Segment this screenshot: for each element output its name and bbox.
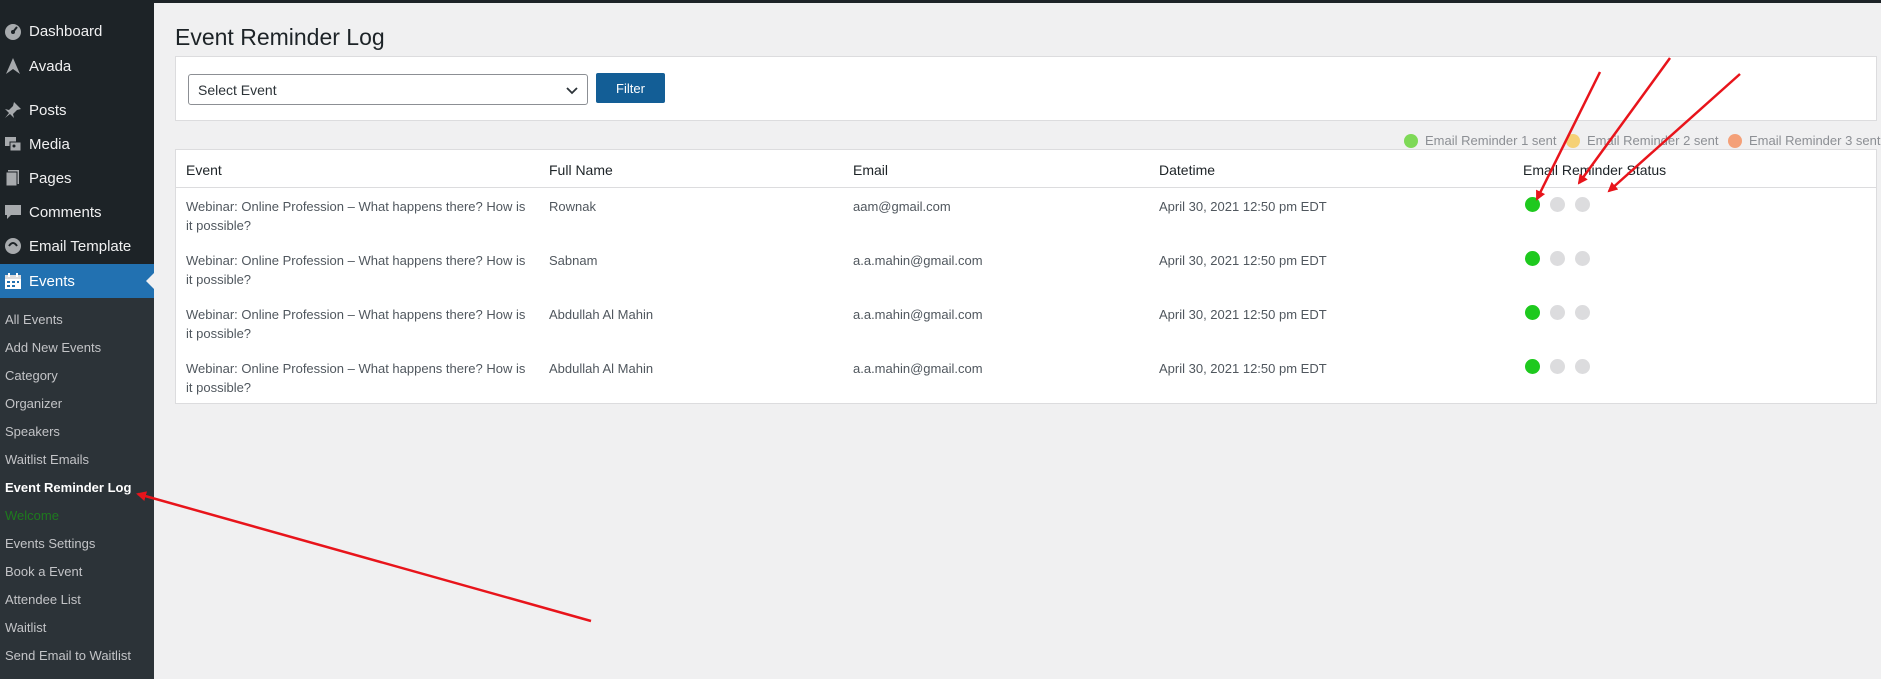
reminder-status: [1525, 251, 1600, 266]
comments-icon: [2, 202, 24, 222]
submenu-send-email-to-waitlist[interactable]: Send Email to Waitlist: [5, 648, 131, 663]
column-header-email: Email: [853, 162, 889, 178]
menu-label: Avada: [29, 57, 72, 75]
menu-label: Dashboard: [29, 22, 103, 40]
avada-icon: [2, 56, 24, 76]
menu-label: Events: [29, 272, 75, 290]
legend-label: Email Reminder 2 sent: [1587, 133, 1719, 148]
cell-datetime: April 30, 2021 12:50 pm EDT: [1159, 253, 1327, 268]
reminder-status: [1525, 305, 1600, 320]
column-header-full-name: Full Name: [549, 162, 613, 178]
page-title: Event Reminder Log: [175, 24, 385, 50]
menu-item-dashboard[interactable]: Dashboard: [0, 14, 154, 48]
reminder-3-status-dot: [1575, 305, 1590, 320]
legend-dot: [1404, 133, 1418, 148]
media-icon: [2, 134, 24, 154]
legend-item-reminder-3: Email Reminder 3 sent: [1728, 133, 1881, 148]
cell-full-name: Abdullah Al Mahin: [549, 307, 654, 322]
reminder-2-status-dot: [1550, 305, 1565, 320]
events-submenu: All Events Add New Events Category Organ…: [0, 298, 154, 679]
submenu-speakers[interactable]: Speakers: [5, 424, 60, 439]
email-template-icon: [2, 236, 24, 256]
reminder-3-status-dot: [1575, 359, 1590, 374]
table-row: Webinar: Online Profession – What happen…: [176, 242, 1876, 296]
reminder-1-status-dot: [1525, 251, 1540, 266]
event-select[interactable]: Select Event: [188, 74, 588, 105]
cell-full-name: Sabnam: [549, 253, 598, 268]
submenu-waitlist[interactable]: Waitlist: [5, 620, 46, 635]
menu-label: Comments: [29, 203, 102, 221]
cell-full-name: Abdullah Al Mahin: [549, 361, 654, 376]
chevron-down-icon: [566, 87, 578, 95]
submenu-event-reminder-log[interactable]: Event Reminder Log: [5, 480, 131, 495]
cell-datetime: April 30, 2021 12:50 pm EDT: [1159, 307, 1327, 322]
cell-email: a.a.mahin@gmail.com: [853, 361, 983, 376]
menu-item-media[interactable]: Media: [0, 127, 154, 161]
cell-email: aam@gmail.com: [853, 199, 951, 214]
submenu-attendee-list[interactable]: Attendee List: [5, 592, 81, 607]
submenu-add-new-events[interactable]: Add New Events: [5, 340, 101, 355]
cell-event: Webinar: Online Profession – What happen…: [186, 307, 526, 341]
cell-full-name: Rownak: [549, 199, 596, 214]
legend-dot: [1728, 133, 1742, 148]
reminder-2-status-dot: [1550, 197, 1565, 212]
table-row: Webinar: Online Profession – What happen…: [176, 350, 1876, 404]
legend-label: Email Reminder 1 sent: [1425, 133, 1557, 148]
cell-datetime: April 30, 2021 12:50 pm EDT: [1159, 361, 1327, 376]
reminder-1-status-dot: [1525, 305, 1540, 320]
submenu-welcome[interactable]: Welcome: [5, 508, 59, 523]
pages-icon: [2, 168, 24, 188]
menu-label: Posts: [29, 101, 67, 119]
legend-dot: [1566, 133, 1580, 148]
reminder-status: [1525, 359, 1600, 374]
submenu-waitlist-emails[interactable]: Waitlist Emails: [5, 452, 89, 467]
menu-item-email-template[interactable]: Email Template: [0, 229, 154, 263]
menu-item-events[interactable]: Events: [0, 264, 154, 298]
annotation-arrow: [136, 491, 592, 623]
admin-sidebar: Dashboard Avada Posts Media Pages Commen…: [0, 0, 154, 679]
filter-panel: Select Event Filter: [175, 56, 1877, 121]
menu-label: Email Template: [29, 237, 132, 255]
table-row: Webinar: Online Profession – What happen…: [176, 188, 1876, 242]
column-header-status: Email Reminder Status: [1523, 162, 1667, 178]
submenu-organizer[interactable]: Organizer: [5, 396, 62, 411]
column-header-datetime: Datetime: [1159, 162, 1216, 178]
menu-item-comments[interactable]: Comments: [0, 195, 154, 229]
submenu-all-events[interactable]: All Events: [5, 312, 63, 327]
cell-email: a.a.mahin@gmail.com: [853, 253, 983, 268]
cell-event: Webinar: Online Profession – What happen…: [186, 361, 526, 395]
reminder-1-status-dot: [1525, 359, 1540, 374]
menu-label: Media: [29, 135, 70, 153]
cell-event: Webinar: Online Profession – What happen…: [186, 253, 526, 287]
legend-label: Email Reminder 3 sent: [1749, 133, 1881, 148]
submenu-book-a-event[interactable]: Book a Event: [5, 564, 82, 579]
menu-item-posts[interactable]: Posts: [0, 93, 154, 127]
menu-item-pages[interactable]: Pages: [0, 161, 154, 195]
reminder-1-status-dot: [1525, 197, 1540, 212]
reminder-3-status-dot: [1575, 251, 1590, 266]
pin-icon: [2, 100, 24, 120]
table-row: Webinar: Online Profession – What happen…: [176, 296, 1876, 350]
reminder-status: [1525, 197, 1600, 212]
filter-button[interactable]: Filter: [596, 73, 665, 103]
legend-item-reminder-2: Email Reminder 2 sent: [1566, 133, 1719, 148]
reminder-3-status-dot: [1575, 197, 1590, 212]
cell-datetime: April 30, 2021 12:50 pm EDT: [1159, 199, 1327, 214]
calendar-icon: [2, 271, 24, 291]
menu-label: Pages: [29, 169, 72, 187]
legend-item-reminder-1: Email Reminder 1 sent: [1404, 133, 1557, 148]
reminder-2-status-dot: [1550, 251, 1565, 266]
dashboard-icon: [2, 21, 24, 41]
submenu-category[interactable]: Category: [5, 368, 58, 383]
reminder-2-status-dot: [1550, 359, 1565, 374]
reminder-log-table: Event Full Name Email Datetime Email Rem…: [175, 149, 1877, 404]
cell-email: a.a.mahin@gmail.com: [853, 307, 983, 322]
event-select-value: Select Event: [198, 82, 277, 98]
column-header-event: Event: [186, 162, 222, 178]
cell-event: Webinar: Online Profession – What happen…: [186, 199, 526, 233]
top-bar: [0, 0, 1881, 3]
menu-item-avada[interactable]: Avada: [0, 49, 154, 83]
submenu-events-settings[interactable]: Events Settings: [5, 536, 95, 551]
